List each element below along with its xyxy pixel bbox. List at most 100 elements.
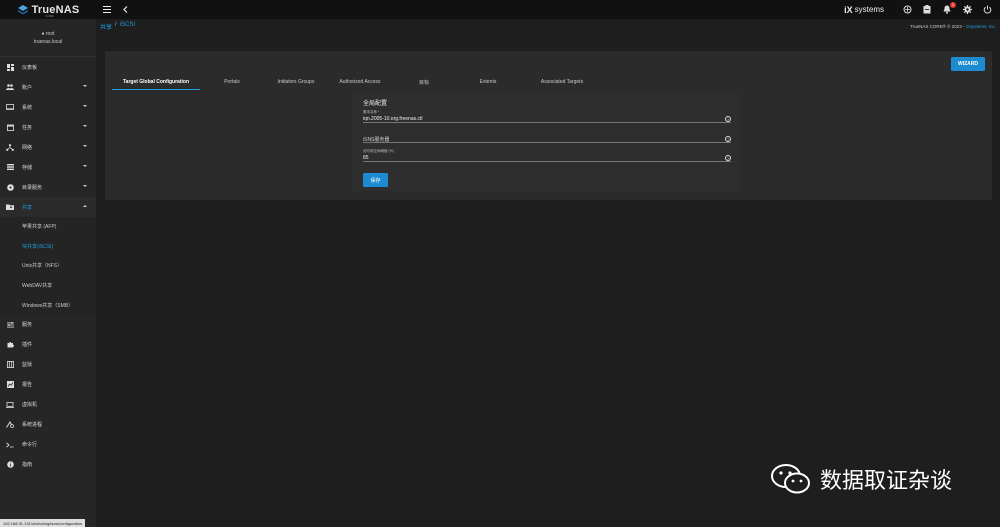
sidebar-item-label: 共享 — [22, 204, 33, 211]
sidebar-item-label: 虚拟机 — [22, 402, 38, 409]
directory-icon — [6, 183, 14, 191]
ixsystems-logo[interactable]: iX systems — [844, 5, 884, 15]
watermark: 数据取证杂谈 — [770, 463, 952, 495]
tab-targets[interactable]: 目标 — [392, 74, 456, 90]
base-name-input[interactable]: iqn.2005-10.org.freenas.ctl — [363, 115, 731, 123]
gear-icon — [962, 5, 972, 14]
calendar-icon — [6, 123, 14, 131]
host-name: truenas.local — [33, 38, 63, 45]
laptop-icon — [6, 401, 14, 409]
wizard-button[interactable]: WIZARD — [951, 57, 985, 71]
sidebar-item-label: 服务 — [22, 322, 33, 329]
wechat-icon — [771, 464, 810, 494]
sidebar-item-shell[interactable]: 命令行 — [0, 435, 96, 455]
expand-arrow-icon — [83, 125, 87, 127]
tab-portals[interactable]: Portals — [200, 74, 264, 90]
pool-threshold-input[interactable]: 85 — [363, 154, 731, 162]
expand-arrow-icon — [83, 165, 87, 167]
sidebar-item-label: 命令行 — [22, 442, 38, 449]
sidebar-subitem-nfs[interactable]: Unix共享（NFS） — [0, 256, 96, 276]
help-icon[interactable]: ? — [725, 116, 731, 122]
save-button[interactable]: 保存 — [363, 173, 388, 187]
logo-text: TrueNAS — [31, 3, 80, 16]
settings-button[interactable] — [962, 5, 972, 15]
dashboard-icon — [6, 63, 14, 71]
sidebar-item-services[interactable]: 服务 — [0, 315, 96, 335]
task-manager-button[interactable] — [922, 5, 932, 15]
isns-servers-input[interactable]: iSNS服务器 — [363, 134, 731, 143]
chevron-left-icon — [122, 6, 127, 13]
copyright-text: TrueNAS CORE® © 2023 - — [910, 24, 966, 29]
alerts-button[interactable]: 1 — [942, 1, 956, 15]
collapse-button[interactable] — [118, 3, 132, 17]
people-icon — [6, 83, 14, 91]
sidebar-item-label: 网络 — [22, 144, 33, 151]
tab-authorized-access[interactable]: Authorized Access — [328, 74, 392, 90]
sidebar-item-network[interactable]: 网络 — [0, 137, 96, 157]
sidebar-item-accounts[interactable]: 账户 — [0, 77, 96, 97]
top-bar: TrueNAS CORE iX systems 1 — [0, 0, 1000, 19]
sidebar-item-label: 系统 — [22, 104, 33, 111]
sidebar-item-sharing[interactable]: 共享 — [0, 197, 96, 217]
menu-toggle-button[interactable] — [100, 3, 114, 17]
tab-associated-targets[interactable]: Associated Targets — [520, 74, 604, 90]
folder-shared-icon — [6, 203, 14, 211]
sidebar-item-directory-services[interactable]: 目录服务 — [0, 177, 96, 197]
info-icon — [6, 461, 14, 469]
sidebar-item-label: 报告 — [22, 382, 33, 389]
isns-servers-field[interactable]: iSNS服务器 ? — [363, 134, 731, 143]
breadcrumb: 共享 / iSCSI — [100, 22, 135, 31]
tab-extents[interactable]: Extents — [456, 74, 520, 90]
hamburger-icon — [103, 6, 111, 13]
sidebar-item-system[interactable]: 系统 — [0, 97, 96, 117]
expand-arrow-icon — [83, 85, 87, 87]
sidebar-item-label: 指南 — [22, 462, 33, 469]
sidebar-item-plugins[interactable]: 插件 — [0, 335, 96, 355]
breadcrumb-iscsi[interactable]: iSCSI — [120, 22, 135, 31]
sidebar: ● root truenas.local 仪表板 账户 系统 任务 网络 存储 … — [0, 19, 96, 527]
truecommand-icon — [903, 5, 911, 14]
tune-icon — [6, 321, 14, 329]
breadcrumb-sharing[interactable]: 共享 — [100, 22, 112, 31]
sidebar-item-vms[interactable]: 虚拟机 — [0, 395, 96, 415]
sidebar-item-label: 任务 — [22, 124, 33, 131]
breadcrumb-separator: / — [115, 22, 117, 28]
expand-arrow-icon — [83, 145, 87, 147]
sidebar-item-reporting[interactable]: 报告 — [0, 375, 96, 395]
truecommand-button[interactable] — [902, 5, 912, 15]
user-name: ● root — [41, 30, 55, 37]
help-icon[interactable]: ? — [725, 155, 731, 161]
copyright: TrueNAS CORE® © 2023 - iXsystems, Inc. — [910, 24, 996, 29]
sidebar-subitem-webdav[interactable]: WebDAV共享 — [0, 275, 96, 296]
sidebar-item-tasks[interactable]: 任务 — [0, 117, 96, 137]
tab-initiators-groups[interactable]: Initiators Groups — [264, 74, 328, 90]
terminal-icon — [6, 441, 14, 449]
pool-threshold-field[interactable]: 池可用空间阈值 (%) 85 ? — [363, 149, 731, 162]
process-icon — [6, 421, 14, 429]
iscsi-tabs: Target Global Configuration Portals Init… — [112, 74, 604, 90]
help-icon[interactable]: ? — [725, 136, 731, 142]
sidebar-subitem-iscsi[interactable]: 块共享(iSCSI) — [0, 236, 96, 257]
sidebar-item-guide[interactable]: 指南 — [0, 455, 96, 475]
sidebar-subitem-smb[interactable]: Windows共享（SMB） — [0, 295, 96, 315]
sidebar-item-processes[interactable]: 系统进程 — [0, 415, 96, 435]
brand-prefix: iX — [844, 4, 853, 15]
sidebar-item-storage[interactable]: 存储 — [0, 157, 96, 177]
base-name-field[interactable]: 基本名称 * iqn.2005-10.org.freenas.ctl ? — [363, 110, 731, 123]
sidebar-item-dashboard[interactable]: 仪表板 — [0, 57, 96, 77]
brand-text: systems — [854, 5, 884, 14]
power-button[interactable] — [982, 5, 992, 15]
status-url: 192.168.91.131/ui/sharing/iscsi/configur… — [0, 519, 86, 527]
sidebar-item-label: 仪表板 — [22, 64, 38, 71]
tab-target-global-configuration[interactable]: Target Global Configuration — [112, 74, 200, 90]
watermark-text: 数据取证杂谈 — [820, 469, 953, 494]
form-title: 全局配置 — [363, 101, 388, 107]
ixsystems-link[interactable]: iXsystems, Inc. — [966, 24, 996, 29]
sidebar-item-label: 存储 — [22, 164, 33, 171]
clipboard-icon — [923, 5, 931, 14]
alert-count-badge: 1 — [950, 1, 956, 8]
sidebar-subitem-afp[interactable]: 苹果共享 (AFP) — [0, 217, 96, 237]
sidebar-item-jails[interactable]: 监狱 — [0, 355, 96, 375]
user-panel: ● root truenas.local — [0, 19, 96, 57]
chart-icon — [6, 381, 14, 389]
